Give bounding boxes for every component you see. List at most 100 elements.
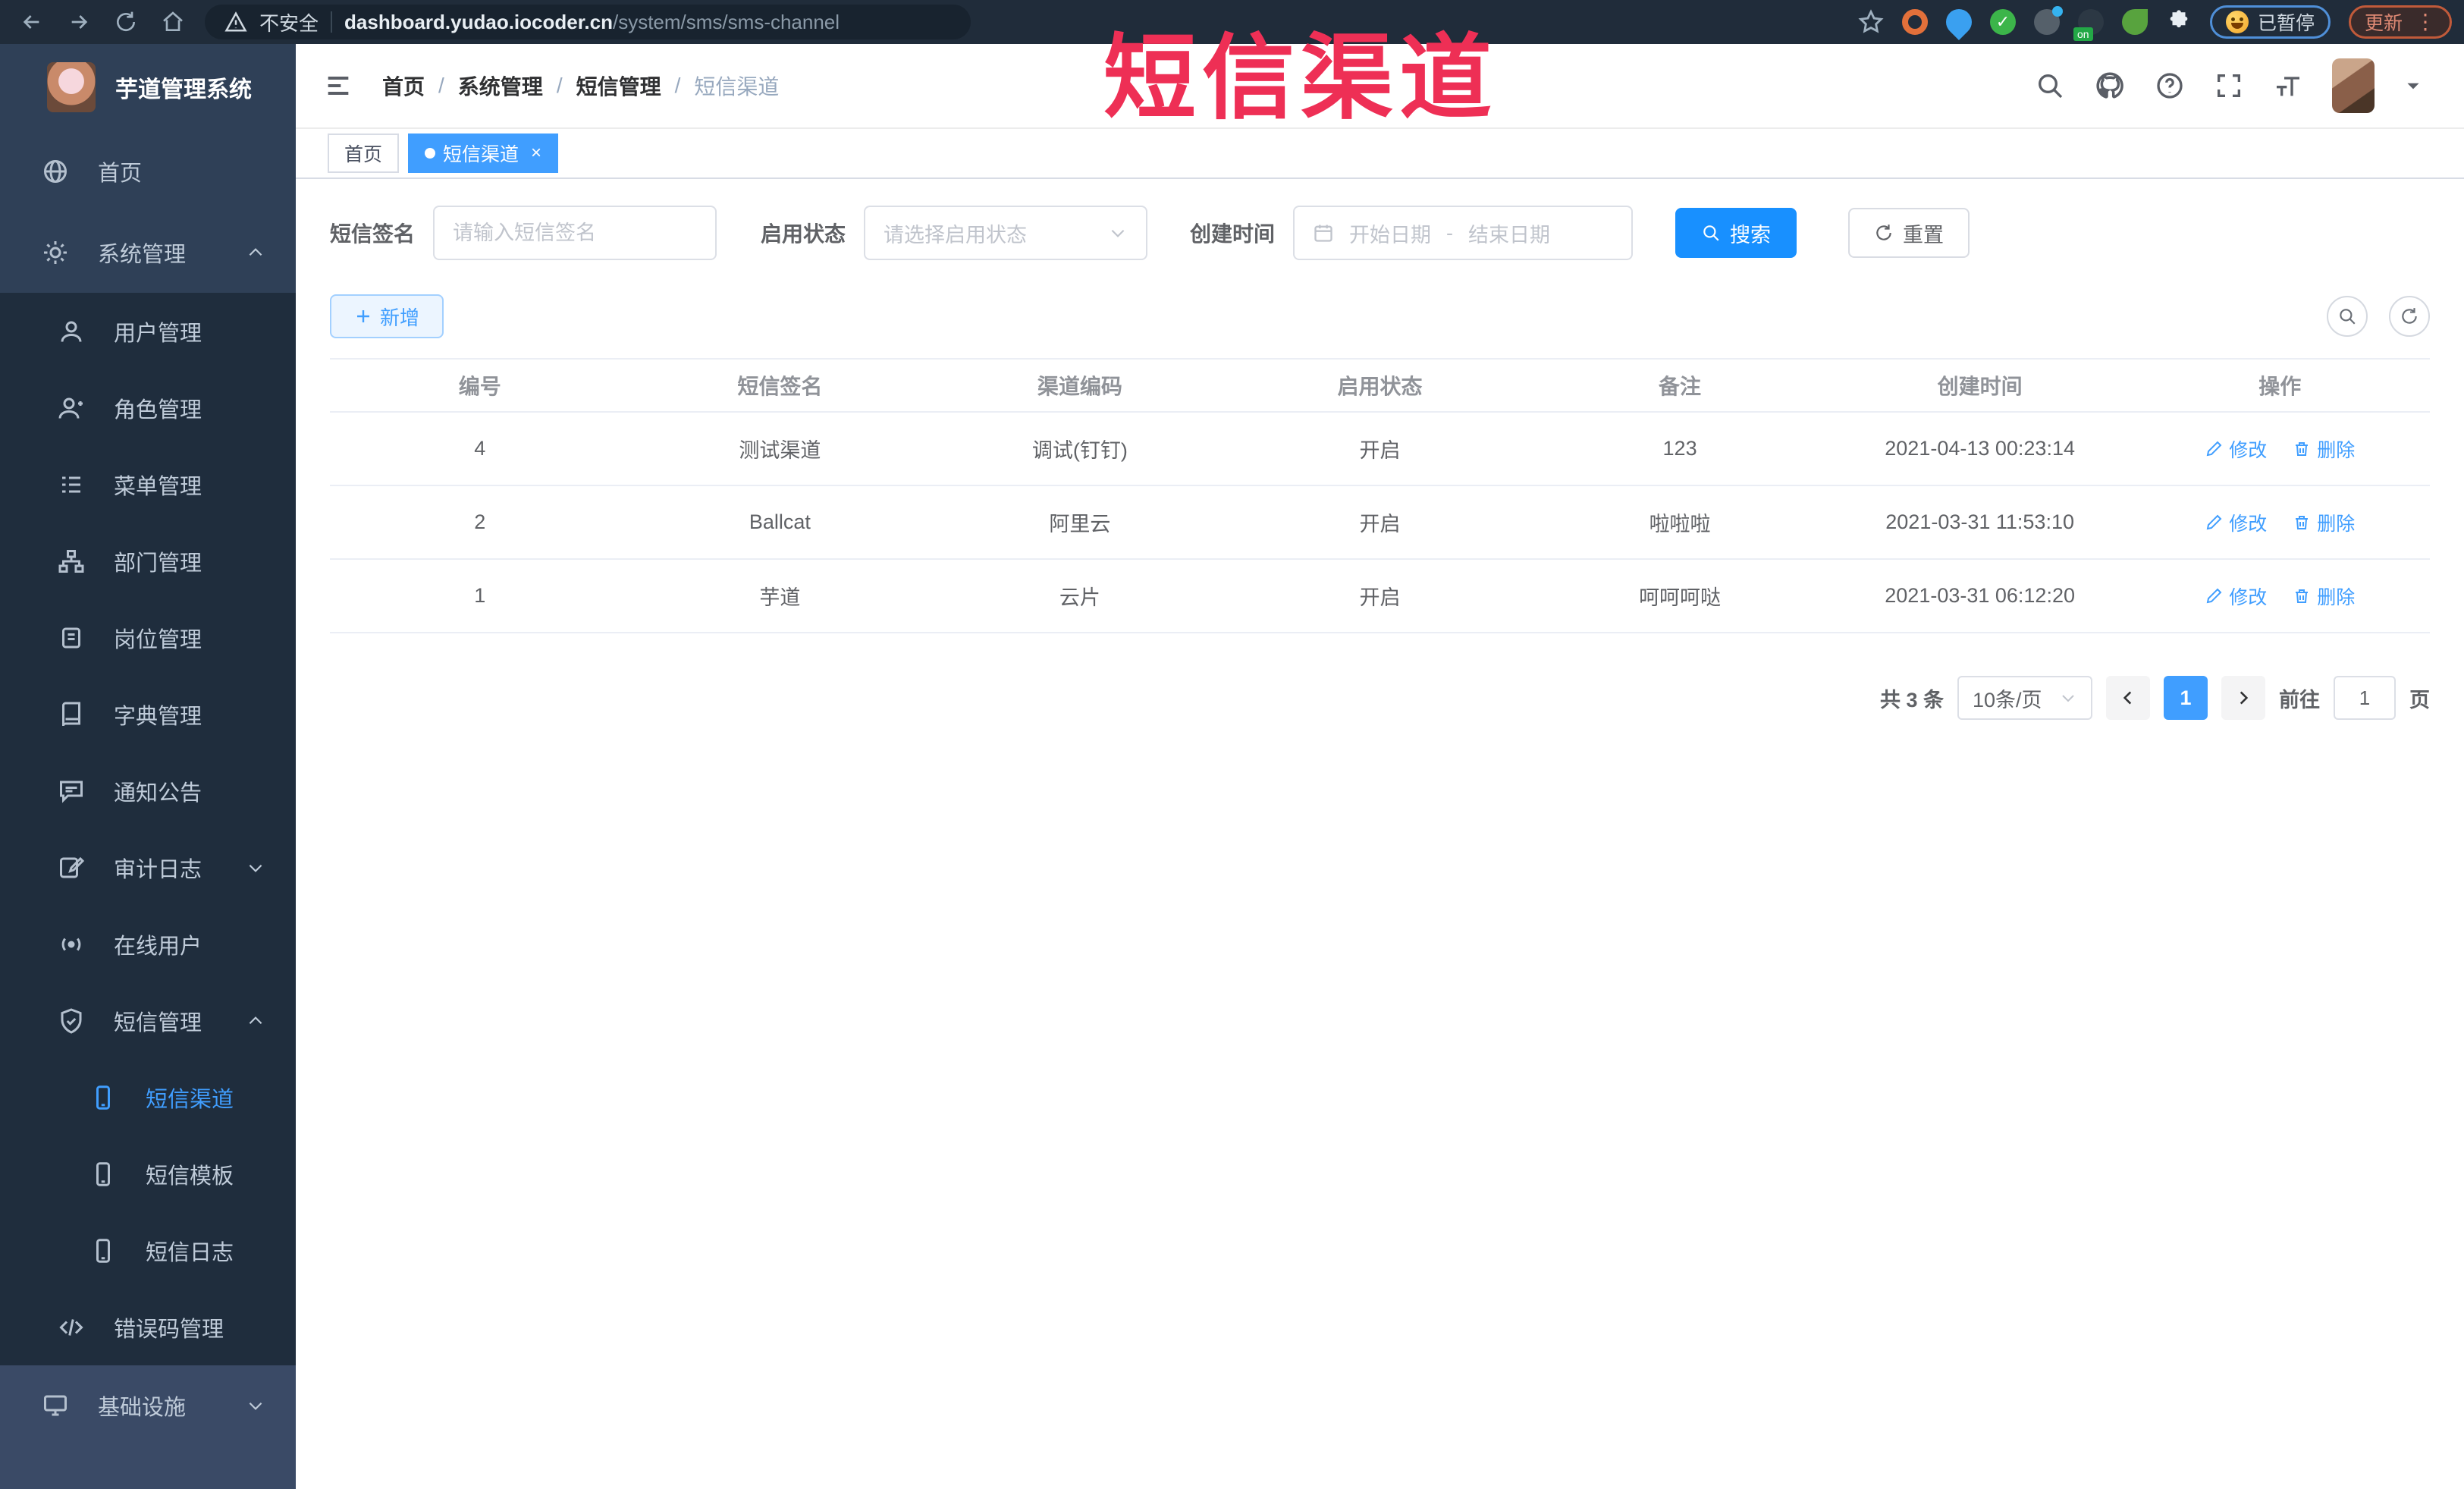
ext-on-badge-icon[interactable]: on bbox=[2073, 9, 2104, 41]
sidebar-item-label: 短信模板 bbox=[146, 1164, 234, 1189]
reset-button[interactable]: 重置 bbox=[1848, 208, 1970, 258]
fullscreen-icon[interactable] bbox=[2214, 71, 2244, 101]
github-icon[interactable] bbox=[2094, 70, 2126, 102]
ext-green-check-icon[interactable]: ✓ bbox=[1989, 9, 2016, 35]
edit-button[interactable]: 修改 bbox=[2205, 583, 2267, 610]
sidebar-item-dict-management[interactable]: 字典管理 bbox=[0, 676, 296, 752]
not-secure-label[interactable]: 不安全 bbox=[259, 8, 319, 36]
sidebar-item-audit-log[interactable]: 审计日志 bbox=[0, 829, 296, 906]
cell-code: 云片 bbox=[1059, 586, 1100, 609]
caret-down-icon[interactable] bbox=[2403, 76, 2423, 96]
status-label: 启用状态 bbox=[761, 222, 846, 246]
add-button-label: 新增 bbox=[380, 306, 420, 329]
sidebar-item-home[interactable]: 首页 bbox=[0, 130, 296, 212]
sidebar-item-menu-management[interactable]: 菜单管理 bbox=[0, 446, 296, 523]
forward-icon[interactable] bbox=[67, 10, 91, 34]
sidebar-item-sms-template[interactable]: 短信模板 bbox=[0, 1136, 296, 1212]
pagination-total: 共 3 条 bbox=[1879, 688, 1944, 712]
chevron-up-icon bbox=[249, 247, 262, 256]
profile-paused-badge[interactable]: 已暂停 bbox=[2209, 5, 2331, 39]
not-secure-warning-icon bbox=[224, 11, 247, 32]
chevron-down-icon bbox=[249, 864, 262, 872]
back-icon[interactable] bbox=[20, 10, 44, 34]
ext-gray-dot-icon[interactable] bbox=[2033, 6, 2063, 35]
tag-sms-channel[interactable]: 短信渠道 × bbox=[408, 134, 559, 173]
status-select-placeholder: 请选择启用状态 bbox=[884, 223, 1028, 247]
sidebar-item-dept-management[interactable]: 部门管理 bbox=[0, 523, 296, 599]
sidebar-item-sms-log[interactable]: 短信日志 bbox=[0, 1212, 296, 1289]
delete-button[interactable]: 删除 bbox=[2293, 583, 2355, 610]
avatar[interactable] bbox=[2332, 58, 2375, 113]
edit-icon bbox=[2206, 441, 2222, 456]
ext-location-pin-icon[interactable] bbox=[1940, 3, 1978, 41]
tag-home[interactable]: 首页 bbox=[328, 134, 400, 173]
sidebar-item-post-management[interactable]: 岗位管理 bbox=[0, 599, 296, 676]
edit-button[interactable]: 修改 bbox=[2205, 435, 2267, 463]
sidebar-item-error-code[interactable]: 错误码管理 bbox=[0, 1289, 296, 1365]
sidebar-item-sms-channel[interactable]: 短信渠道 bbox=[0, 1059, 296, 1136]
bookmark-star-icon[interactable] bbox=[1858, 9, 1884, 35]
search-button[interactable]: 搜索 bbox=[1675, 208, 1797, 258]
delete-button[interactable]: 删除 bbox=[2293, 435, 2355, 463]
edit-button[interactable]: 修改 bbox=[2205, 509, 2267, 536]
col-header-created: 创建时间 bbox=[1937, 375, 2023, 398]
sidebar-item-user-management[interactable]: 用户管理 bbox=[0, 293, 296, 369]
sidebar-item-role-management[interactable]: 角色管理 bbox=[0, 369, 296, 446]
sidebar-item-system-management[interactable]: 系统管理 bbox=[0, 212, 296, 293]
breadcrumb-sms[interactable]: 短信管理 bbox=[576, 71, 661, 101]
toggle-search-button[interactable] bbox=[2327, 296, 2368, 337]
date-range-picker[interactable]: 开始日期 - 结束日期 bbox=[1293, 206, 1634, 260]
active-tag-dot bbox=[425, 148, 436, 159]
col-header-actions: 操作 bbox=[2258, 375, 2302, 398]
url-text[interactable]: dashboard.yudao.iocoder.cn/system/sms/sm… bbox=[344, 11, 840, 34]
breadcrumb-separator: / bbox=[556, 74, 563, 97]
search-icon[interactable] bbox=[2035, 71, 2065, 101]
font-size-icon[interactable] bbox=[2273, 71, 2303, 101]
refresh-table-button[interactable] bbox=[2389, 296, 2430, 337]
sidebar-item-infrastructure[interactable]: 基础设施 bbox=[0, 1365, 296, 1445]
sidebar-item-announcement[interactable]: 通知公告 bbox=[0, 752, 296, 829]
extensions-puzzle-icon[interactable] bbox=[2166, 9, 2192, 35]
add-button[interactable]: 新增 bbox=[330, 294, 444, 338]
current-page-button[interactable]: 1 bbox=[2164, 676, 2208, 720]
app-title: 芋道管理系统 bbox=[115, 77, 252, 102]
sidebar-item-online-users[interactable]: 在线用户 bbox=[0, 906, 296, 982]
next-page-button[interactable] bbox=[2221, 676, 2265, 720]
url-host: dashboard.yudao.iocoder.cn bbox=[344, 10, 613, 33]
edit-icon bbox=[2206, 588, 2222, 603]
sidebar-item-label: 短信日志 bbox=[146, 1240, 234, 1265]
app-logo-row[interactable]: 芋道管理系统 bbox=[0, 44, 296, 130]
help-icon[interactable] bbox=[2155, 71, 2185, 101]
address-bar[interactable]: 不安全 dashboard.yudao.iocoder.cn/system/sm… bbox=[205, 5, 971, 39]
ext-orange-ring-icon[interactable] bbox=[1901, 9, 1928, 35]
cell-id: 4 bbox=[474, 437, 486, 460]
status-select[interactable]: 请选择启用状态 bbox=[864, 206, 1148, 260]
audit-log-icon bbox=[60, 856, 85, 878]
update-button[interactable]: 更新 ⋮ bbox=[2348, 5, 2452, 39]
col-header-status: 启用状态 bbox=[1337, 375, 1423, 398]
prev-page-button[interactable] bbox=[2106, 676, 2150, 720]
sidebar-fold-icon[interactable] bbox=[323, 71, 353, 101]
browser-menu-icon[interactable]: ⋮ bbox=[2415, 11, 2436, 33]
sign-input[interactable] bbox=[433, 206, 717, 260]
phone-icon bbox=[96, 1085, 110, 1110]
create-time-label: 创建时间 bbox=[1190, 222, 1276, 246]
home-icon[interactable] bbox=[161, 10, 185, 34]
breadcrumb-current: 短信渠道 bbox=[694, 75, 780, 99]
cell-remark: 啦啦啦 bbox=[1649, 513, 1711, 536]
page-size-select[interactable]: 10条/页 bbox=[1957, 676, 2092, 720]
sidebar-item-sms-management[interactable]: 短信管理 bbox=[0, 982, 296, 1059]
role-icon bbox=[58, 397, 83, 419]
breadcrumb-home[interactable]: 首页 bbox=[382, 71, 425, 101]
breadcrumb-system[interactable]: 系统管理 bbox=[458, 71, 543, 101]
sidebar-top-section: 芋道管理系统 首页 系统管理 bbox=[0, 44, 296, 293]
tag-close-icon[interactable]: × bbox=[531, 143, 541, 164]
delete-button[interactable]: 删除 bbox=[2293, 509, 2355, 536]
cell-created: 2021-04-13 00:23:14 bbox=[1885, 437, 2075, 460]
chevron-left-icon bbox=[2123, 691, 2132, 705]
ext-leaf-icon[interactable] bbox=[2121, 9, 2148, 35]
sidebar-item-label: 系统管理 bbox=[98, 242, 187, 267]
cell-created: 2021-03-31 06:12:20 bbox=[1885, 584, 2075, 607]
reload-icon[interactable] bbox=[114, 10, 138, 34]
goto-page-input[interactable] bbox=[2334, 676, 2396, 720]
